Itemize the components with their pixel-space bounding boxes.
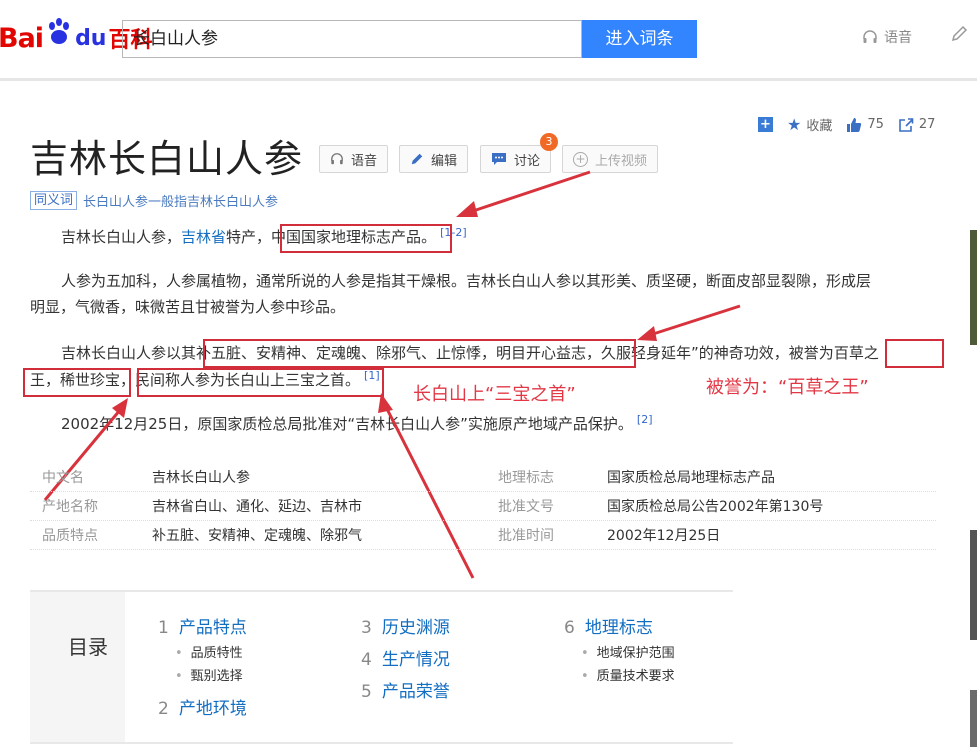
info-label: 中文名 <box>42 470 84 486</box>
info-row: 中文名 吉林长白山人参 地理标志 国家质检总局地理标志产品 <box>30 462 936 492</box>
info-value: 吉林长白山人参 <box>152 470 250 486</box>
toc-num: 1 <box>158 618 169 638</box>
toc-item-history[interactable]: 3 历史渊源 <box>361 613 450 638</box>
toc-num: 5 <box>361 682 372 702</box>
toc-item-production[interactable]: 4 生产情况 <box>361 645 450 670</box>
arrow-line <box>469 170 591 214</box>
info-label: 地理标志 <box>498 470 554 486</box>
toc-subitem[interactable]: 地域保护范围 <box>581 642 675 661</box>
toc-subitem[interactable]: 品质特性 <box>175 642 243 661</box>
toc-label: 产品荣誉 <box>381 682 450 702</box>
toc-subitem[interactable]: 甄别选择 <box>175 665 243 684</box>
toc-title: 目录 <box>68 635 108 659</box>
side-image <box>970 230 977 345</box>
side-image <box>970 690 977 747</box>
info-row: 产地名称 吉林省白山、通化、延边、吉林市 批准文号 国家质检总局公告2002年第… <box>30 491 936 521</box>
toc-num: 2 <box>158 699 169 719</box>
info-value: 吉林省白山、通化、延边、吉林市 <box>152 499 362 515</box>
toc-label: 产品特点 <box>178 618 247 638</box>
arrow-line <box>649 304 741 337</box>
toc-label: 生产情况 <box>381 650 450 670</box>
toc-num: 3 <box>361 618 372 638</box>
info-label: 产地名称 <box>42 499 98 515</box>
toc-title-panel: 目录 <box>30 592 125 742</box>
toc-subitem[interactable]: 质量技术要求 <box>581 665 675 684</box>
info-row: 品质特点 补五脏、安精神、定魂魄、除邪气 批准时间 2002年12月25日 <box>30 520 936 550</box>
toc-label: 地理标志 <box>584 618 653 638</box>
info-label: 批准文号 <box>498 499 554 515</box>
side-image <box>970 530 977 640</box>
toc-item-product-features[interactable]: 1 产品特点 <box>158 613 247 638</box>
toc-num: 4 <box>361 650 372 670</box>
toc-label: 历史渊源 <box>381 618 450 638</box>
toc-num: 6 <box>564 618 575 638</box>
info-value: 补五脏、安精神、定魂魄、除邪气 <box>152 528 362 544</box>
info-label: 品质特点 <box>42 528 98 544</box>
info-value: 国家质检总局公告2002年第130号 <box>607 499 824 515</box>
info-value: 2002年12月25日 <box>607 528 721 544</box>
table-of-contents: 目录 1 产品特点 品质特性 甄别选择 2 产地环境 3 历史渊源 4 生产情况 5 产品… <box>30 590 733 744</box>
arrow-head <box>456 201 478 217</box>
arrow-head <box>378 393 393 413</box>
toc-item-origin-environment[interactable]: 2 产地环境 <box>158 694 247 719</box>
info-label: 批准时间 <box>498 528 554 544</box>
toc-item-honors[interactable]: 5 产品荣誉 <box>361 677 450 702</box>
toc-item-geographic-indication[interactable]: 6 地理标志 <box>564 613 653 638</box>
arrow-head <box>637 326 657 341</box>
info-value: 国家质检总局地理标志产品 <box>607 470 775 486</box>
toc-label: 产地环境 <box>178 699 247 719</box>
